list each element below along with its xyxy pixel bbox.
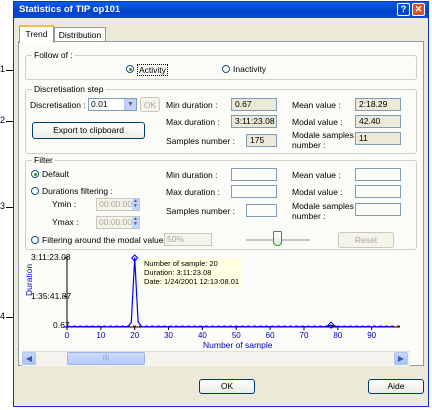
ytick-mid: 1:35:41.87 bbox=[31, 291, 72, 301]
data-point bbox=[323, 325, 325, 328]
data-point bbox=[161, 325, 163, 328]
data-point bbox=[107, 326, 109, 328]
data-point bbox=[391, 326, 393, 328]
data-point bbox=[134, 257, 136, 259]
ytick-top: 3:11:23.08 bbox=[31, 252, 71, 262]
data-point bbox=[195, 326, 197, 328]
data-point bbox=[113, 326, 115, 328]
data-point bbox=[283, 326, 285, 328]
data-point bbox=[79, 326, 82, 328]
data-point bbox=[344, 326, 346, 328]
x-tick-label: 10 bbox=[96, 331, 105, 340]
data-point bbox=[120, 326, 122, 328]
data-point bbox=[222, 326, 224, 328]
data-point bbox=[276, 326, 278, 328]
data-point bbox=[208, 326, 210, 328]
data-point bbox=[93, 326, 95, 328]
data-point bbox=[181, 326, 183, 328]
data-point bbox=[377, 326, 380, 328]
data-point bbox=[384, 326, 386, 328]
data-point bbox=[296, 326, 298, 328]
tooltip-line-2: Duration: 3:11:23.08 bbox=[144, 268, 212, 277]
x-tick-label: 40 bbox=[198, 331, 207, 340]
data-point bbox=[154, 326, 156, 328]
aide-button[interactable]: Aide bbox=[368, 379, 424, 394]
data-point bbox=[140, 326, 143, 328]
data-point bbox=[73, 326, 75, 328]
data-point bbox=[130, 321, 132, 323]
x-tick-label: 80 bbox=[333, 331, 342, 340]
data-point bbox=[215, 326, 217, 328]
x-tick-label: 30 bbox=[164, 331, 173, 340]
data-point bbox=[249, 326, 251, 328]
data-point bbox=[174, 326, 176, 328]
tooltip-line-1: Number of sample: 20 bbox=[144, 259, 218, 268]
data-point bbox=[147, 326, 149, 328]
chart-horizontal-scrollbar[interactable]: ◀ |||| ▶ bbox=[22, 351, 410, 366]
scroll-right-arrow-icon[interactable]: ▶ bbox=[394, 352, 408, 365]
data-point bbox=[330, 324, 332, 326]
chart-tooltip: Number of sample: 20 Duration: 3:11:23.0… bbox=[141, 258, 243, 287]
ytick-bottom: 0.67 bbox=[53, 320, 70, 330]
data-point bbox=[262, 326, 264, 328]
data-point bbox=[188, 326, 190, 328]
data-point bbox=[364, 326, 366, 328]
x-tick-label: 60 bbox=[266, 331, 275, 340]
data-point bbox=[357, 326, 359, 328]
x-tick-label: 0 bbox=[65, 331, 70, 340]
data-point bbox=[127, 325, 129, 328]
data-point bbox=[242, 325, 244, 328]
data-point bbox=[137, 320, 139, 323]
ok-button[interactable]: OK bbox=[199, 379, 255, 394]
data-point bbox=[289, 326, 292, 328]
x-tick-label: 90 bbox=[367, 331, 376, 340]
scroll-thumb[interactable]: |||| bbox=[67, 352, 145, 365]
x-axis-label: Number of sample bbox=[203, 340, 273, 350]
x-tick-label: 20 bbox=[130, 331, 139, 340]
scroll-left-arrow-icon[interactable]: ◀ bbox=[22, 352, 36, 365]
x-tick-label: 50 bbox=[232, 331, 241, 340]
tooltip-line-3: Date: 1/24/2001 12:13:08.01 bbox=[144, 277, 240, 286]
data-point bbox=[350, 326, 352, 328]
y-axis-label: Duration bbox=[24, 263, 34, 296]
x-tick-label: 70 bbox=[300, 331, 309, 340]
data-point bbox=[310, 326, 312, 328]
data-point bbox=[255, 326, 258, 328]
data-point bbox=[86, 325, 88, 328]
data-point bbox=[228, 326, 231, 328]
data-point bbox=[316, 326, 319, 328]
tab-trend[interactable]: Trend bbox=[19, 25, 54, 43]
